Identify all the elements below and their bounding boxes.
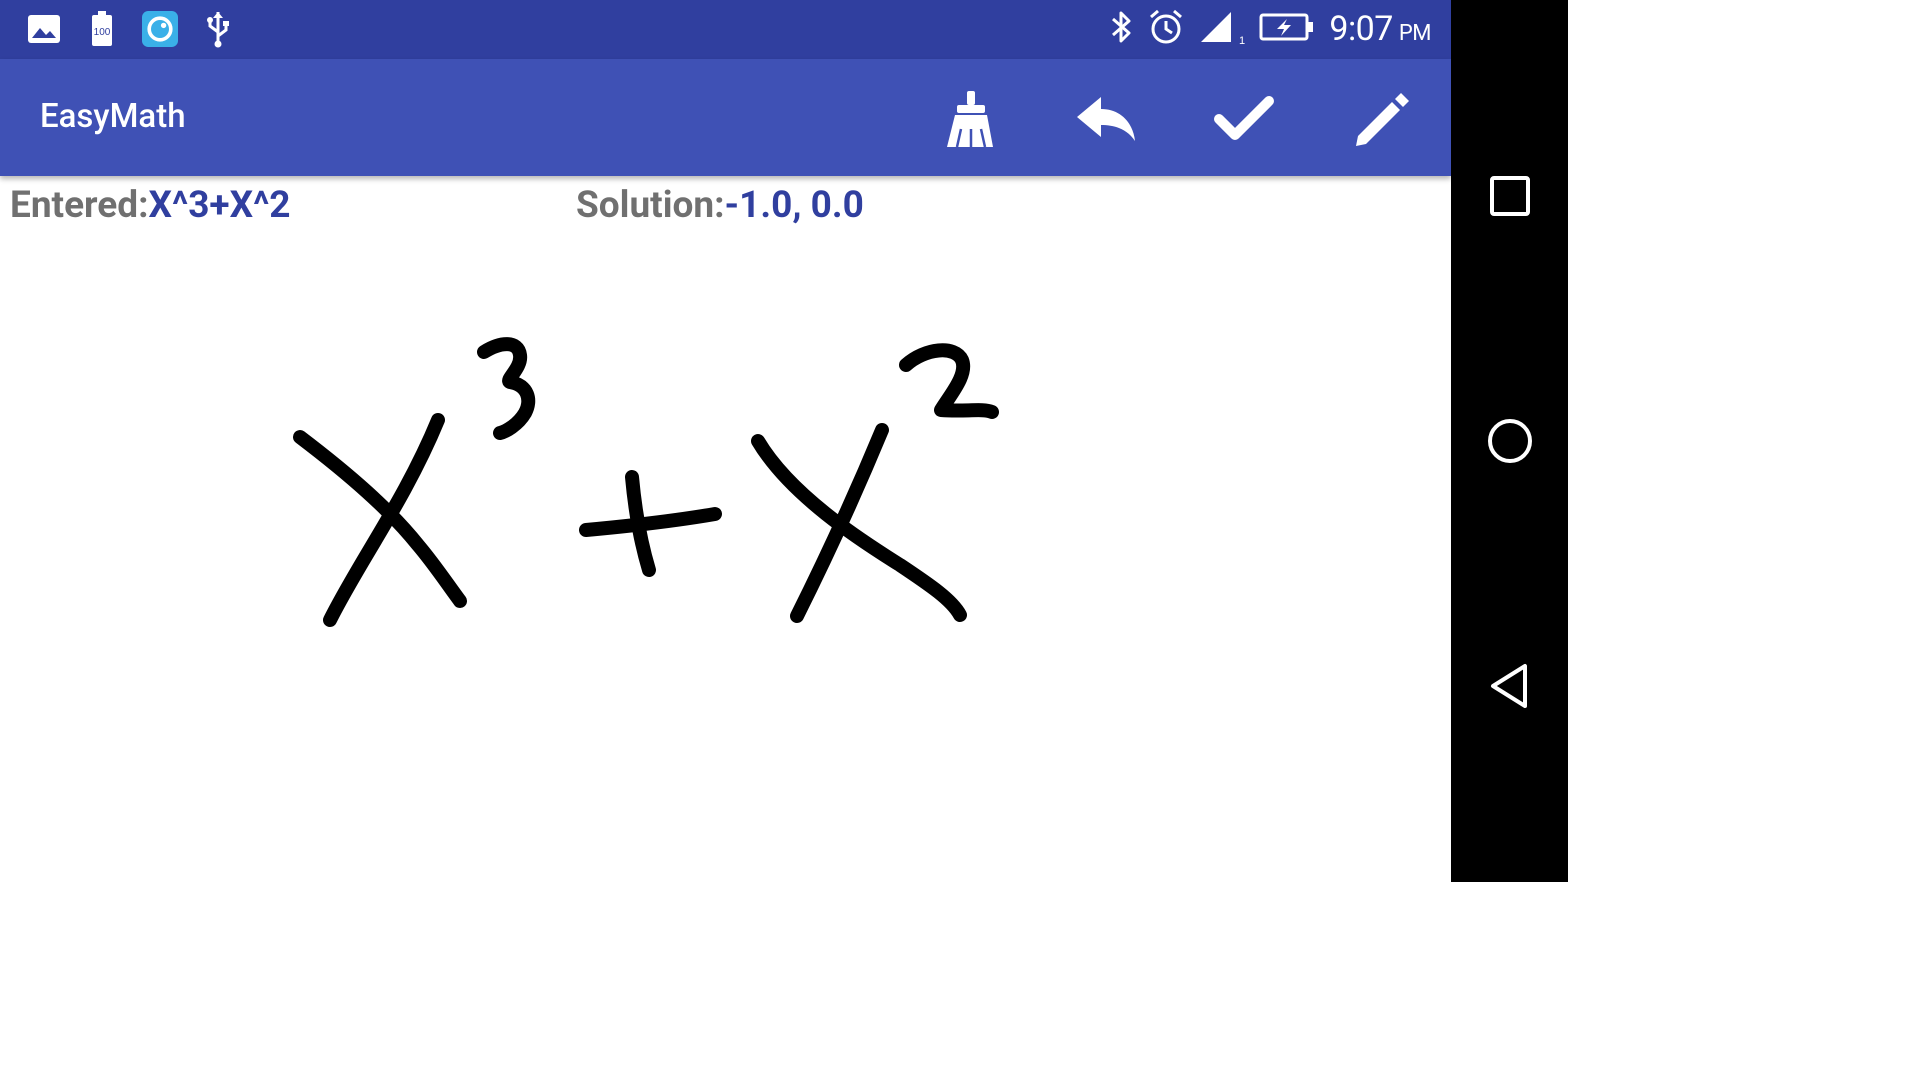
stroke-two (899, 343, 999, 419)
solution-label: Solution: (576, 184, 725, 227)
handwriting-strokes (293, 337, 999, 627)
battery-100-icon: 100 (84, 10, 120, 48)
stroke-three (477, 337, 536, 440)
alarm-icon (1147, 8, 1185, 50)
svg-text:100: 100 (94, 27, 111, 38)
app-toolbar: EasyMath (0, 59, 1451, 176)
clock-ampm: PM (1398, 21, 1432, 46)
entered-label: Entered: (10, 184, 149, 227)
check-button[interactable] (1212, 87, 1276, 151)
result-row: Entered:X^3+X^2 Solution:-1.0, 0.0 (0, 176, 1451, 236)
home-button[interactable] (1479, 410, 1541, 472)
solution: Solution:-1.0, 0.0 (576, 184, 864, 227)
recents-icon (1490, 176, 1530, 216)
undo-button[interactable] (1075, 87, 1139, 151)
system-nav-bar (1451, 0, 1568, 882)
broom-clear-icon (947, 91, 993, 148)
image-icon (26, 10, 62, 48)
notification-icons: 100 (26, 10, 236, 48)
entered-value: X^3+X^2 (148, 184, 291, 227)
battery-charging-icon (1259, 12, 1315, 46)
app-notification-icon (142, 10, 178, 48)
pencil-button[interactable] (1349, 87, 1413, 151)
clear-button[interactable] (939, 87, 1003, 151)
back-button[interactable] (1479, 655, 1541, 717)
stroke-plus-h (579, 507, 722, 537)
back-icon (1491, 664, 1527, 708)
app-title: EasyMath (40, 97, 186, 136)
recents-button[interactable] (1479, 165, 1541, 227)
clock-time: 9:07 (1329, 9, 1393, 49)
pencil-icon (1356, 93, 1409, 146)
entered-expression: Entered:X^3+X^2 (10, 184, 291, 227)
drawing-canvas[interactable] (0, 236, 1451, 882)
check-icon (1214, 96, 1274, 140)
stroke-x1-b (323, 413, 445, 627)
undo-icon (1077, 97, 1135, 141)
bluetooth-icon (1109, 9, 1133, 49)
solution-value: -1.0, 0.0 (724, 184, 864, 227)
status-bar: 100 1 9:07 PM (0, 0, 1451, 59)
system-status-icons: 1 9:07 PM (1109, 8, 1432, 50)
signal-icon: 1 (1199, 8, 1245, 50)
clock: 9:07 PM (1329, 9, 1431, 49)
home-icon (1488, 419, 1532, 463)
svg-text:1: 1 (1239, 35, 1245, 46)
usb-icon (200, 10, 236, 48)
stroke-x2-b (790, 423, 889, 623)
